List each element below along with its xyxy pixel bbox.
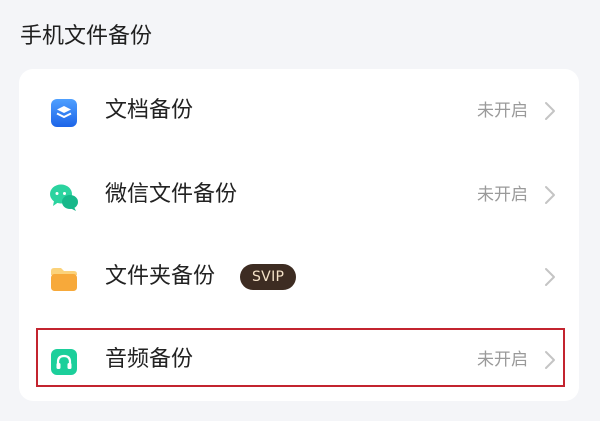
folder-backup-row[interactable]: 文件夹备份 SVIP [19,237,579,317]
chevron-right-icon [545,351,555,369]
folder-icon [51,268,77,291]
headphones-icon [51,349,77,375]
document-backup-status: 未开启 [477,101,528,121]
document-backup-row[interactable]: 文档备份 未开启 [19,71,579,151]
wechat-file-backup-label: 微信文件备份 [105,182,238,207]
folder-backup-label: 文件夹备份 [105,264,216,289]
wechat-file-backup-row[interactable]: 微信文件备份 未开启 [19,155,579,235]
chevron-right-icon [545,102,555,120]
document-stack-icon [51,99,77,127]
backup-settings-page: 手机文件备份 文档备份 未开启 微信文件备份 未开启 文件夹备份 SVIP 音频… [0,0,600,421]
wechat-icon [50,184,78,211]
audio-backup-row[interactable]: 音频备份 未开启 [19,320,579,400]
chevron-right-icon [545,186,555,204]
chevron-right-icon [545,268,555,286]
wechat-file-backup-status: 未开启 [477,185,528,205]
svip-badge: SVIP [240,264,297,290]
document-backup-label: 文档备份 [105,98,194,123]
backup-options-card: 文档备份 未开启 微信文件备份 未开启 文件夹备份 SVIP 音频备份 未开启 [19,69,579,401]
audio-backup-label: 音频备份 [105,347,194,372]
audio-backup-status: 未开启 [477,350,528,370]
section-title: 手机文件备份 [20,24,153,49]
